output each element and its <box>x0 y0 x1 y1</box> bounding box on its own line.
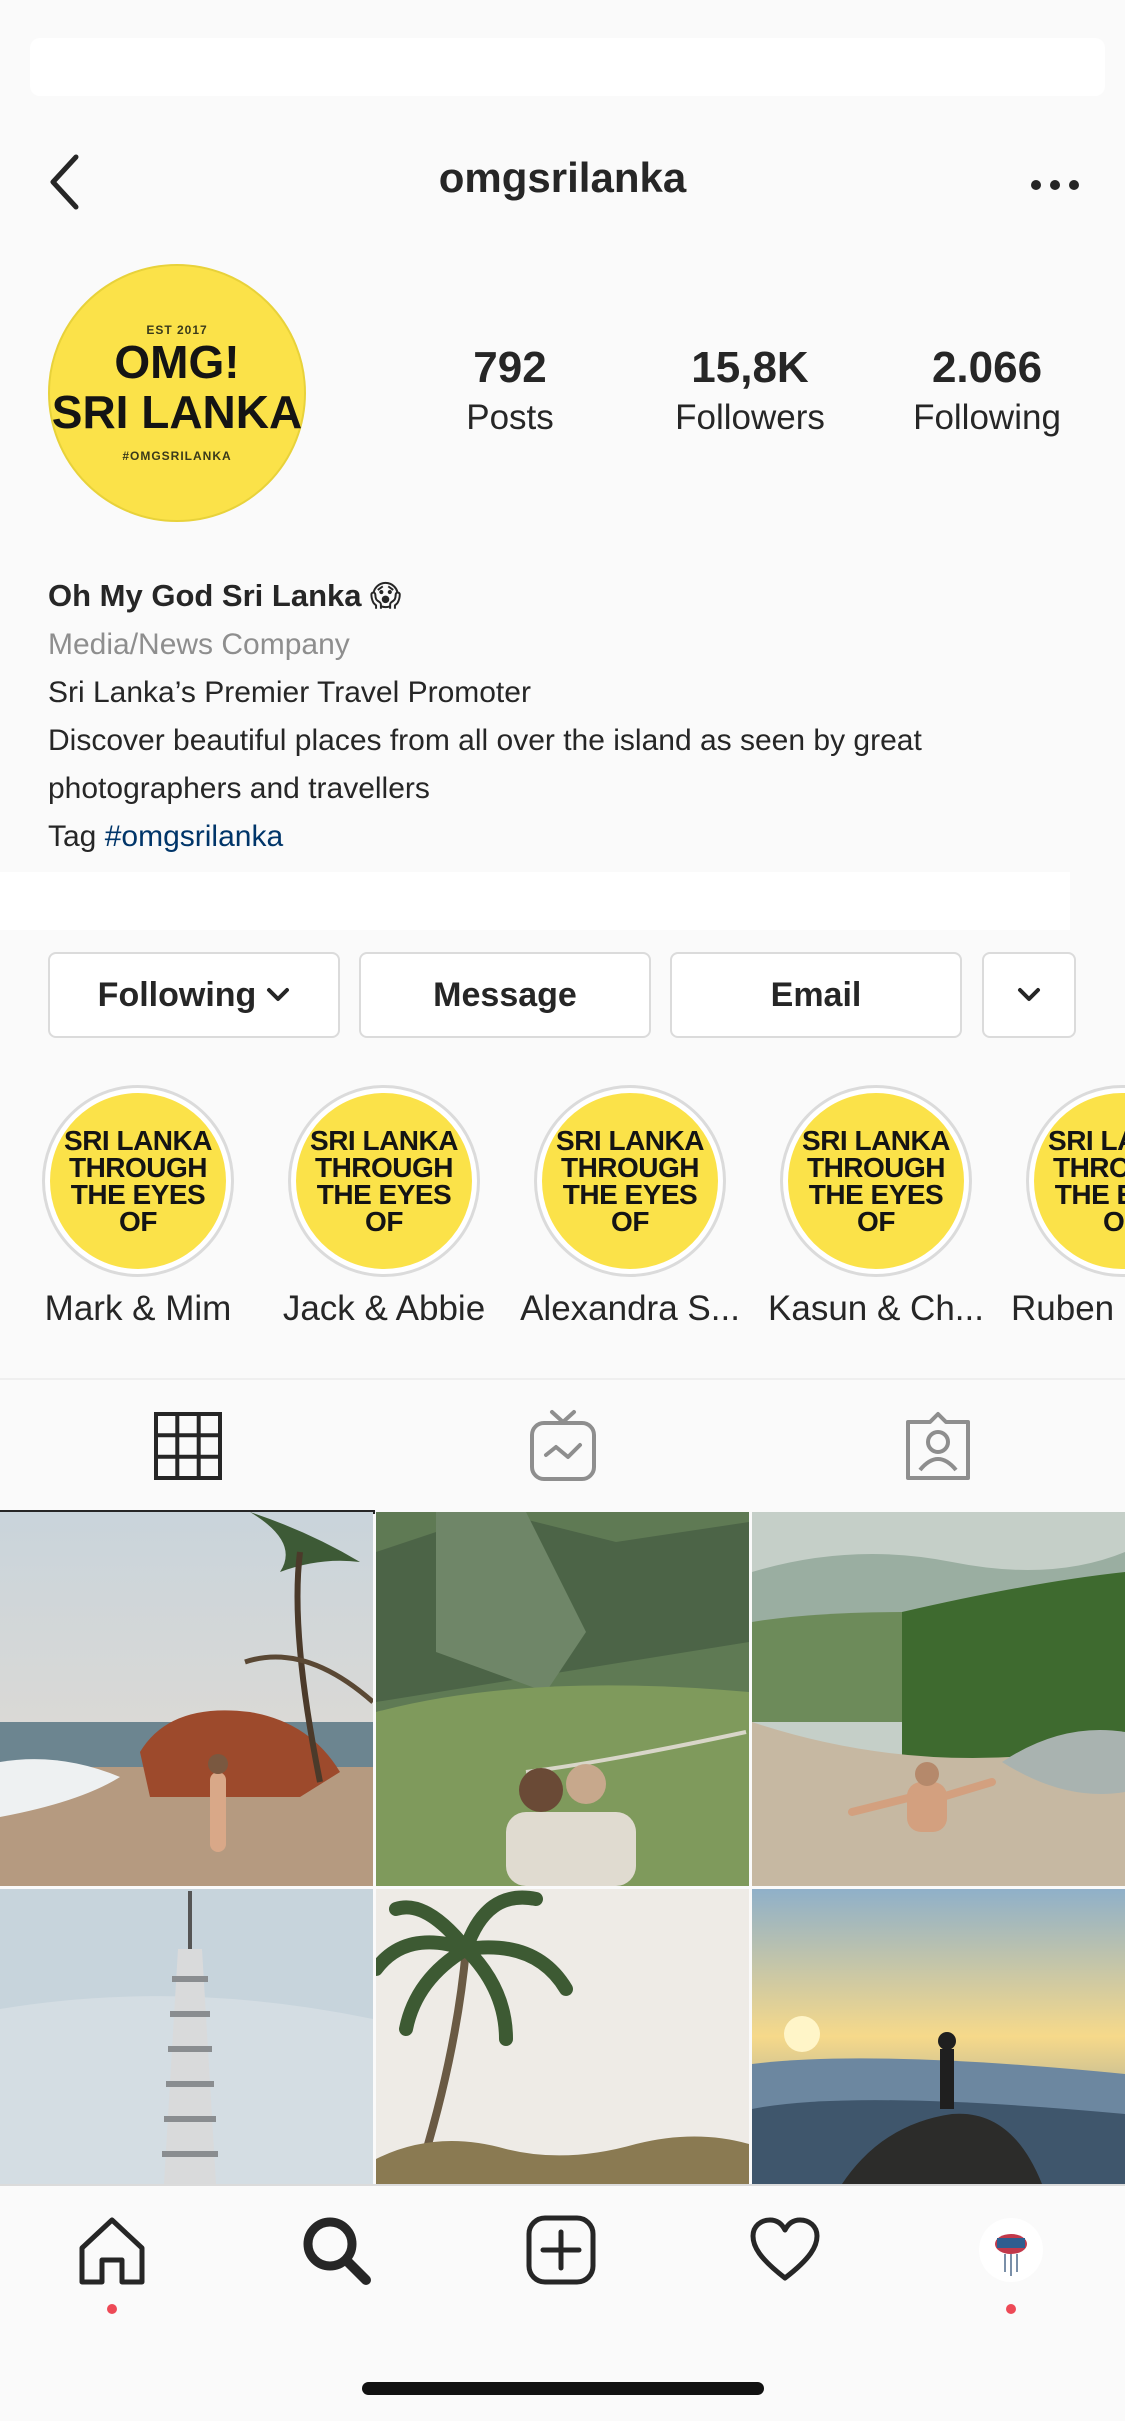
post-thumbnail[interactable] <box>0 1512 373 1886</box>
bio-line-3: photographers and travellers <box>48 772 430 805</box>
avatar-tag-text: #OMGSRILANKA <box>122 449 232 463</box>
highlight-item[interactable]: SRI LANKA THROUGH THE EYES OF Alexandra … <box>507 1085 753 1329</box>
search-icon <box>303 2217 371 2285</box>
top-navigation-bar: omgsrilanka <box>0 130 1125 240</box>
tab-igtv[interactable] <box>375 1380 750 1512</box>
nav-activity[interactable] <box>725 2214 845 2324</box>
profile-display-name: Oh My God Sri Lanka <box>48 578 362 613</box>
highlight-item[interactable]: SRI LANKA THROUGH THE EYES OF Ruben <box>999 1085 1125 1329</box>
chevron-down-icon <box>1018 988 1040 1001</box>
profile-category: Media/News Company <box>48 628 350 661</box>
avatar-line1: OMG! <box>114 336 240 388</box>
post-thumbnail[interactable] <box>376 1889 749 2184</box>
highlight-cover: SRI LANKA THROUGH THE EYES OF <box>542 1093 718 1269</box>
bio-redaction <box>0 872 1070 930</box>
highlight-label: Alexandra S... <box>520 1289 740 1328</box>
following-count: 2.066 <box>931 343 1043 392</box>
highlight-cover-ring: SRI LANKA THROUGH THE EYES OF <box>780 1085 972 1277</box>
status-bar <box>0 0 1125 100</box>
profile-avatar[interactable]: EST 2017 OMG! SRI LANKA #OMGSRILANKA <box>48 264 306 522</box>
story-highlights: SRI LANKA THROUGH THE EYES OF Mark & Mim… <box>0 1085 1125 1335</box>
email-button[interactable]: Email <box>670 952 962 1038</box>
profile-stats: 792 Posts 15,8K Followers 2.066 Followin… <box>400 340 1100 460</box>
avatar-est-text: EST 2017 <box>146 323 208 337</box>
post-thumbnail[interactable] <box>752 1889 1125 2184</box>
avatar-line2: SRI LANKA <box>51 386 303 438</box>
highlight-label: Mark & Mim <box>44 1289 232 1328</box>
bio-tag-row: Tag #omgsrilanka <box>48 813 1088 861</box>
status-bar-redaction <box>30 38 1105 96</box>
highlight-label: Jack & Abbie <box>282 1289 486 1328</box>
profile-actions: Following Message Email <box>48 952 1078 1038</box>
followers-stat[interactable]: 15,8K Followers <box>640 340 860 440</box>
message-button[interactable]: Message <box>359 952 651 1038</box>
nav-add-post[interactable] <box>501 2214 621 2324</box>
email-button-label: Email <box>770 975 862 1014</box>
screaming-face-emoji-icon: 😱 <box>369 580 402 613</box>
posts-label: Posts <box>466 398 554 437</box>
profile-avatar-icon <box>979 2218 1043 2282</box>
more-horizontal-icon <box>1031 180 1079 190</box>
more-options-button[interactable] <box>1015 160 1095 210</box>
highlight-cover-ring: SRI LANKA THROUGH THE EYES OF <box>1026 1085 1125 1277</box>
highlight-item[interactable]: SRI LANKA THROUGH THE EYES OF Kasun & Ch… <box>753 1085 999 1329</box>
followers-label: Followers <box>675 398 825 437</box>
mountain-couple-photo <box>376 1512 749 1886</box>
posts-grid <box>0 1512 1125 2184</box>
following-stat[interactable]: 2.066 Following <box>877 340 1097 440</box>
suggested-accounts-button[interactable] <box>982 952 1076 1038</box>
home-icon <box>79 2217 145 2285</box>
highlight-label: Ruben <box>1011 1289 1115 1328</box>
igtv-icon <box>529 1410 596 1481</box>
following-label: Following <box>913 398 1061 437</box>
nav-profile[interactable] <box>951 2214 1071 2324</box>
add-post-icon <box>526 2215 596 2285</box>
bio-tag-prefix: Tag <box>48 820 97 853</box>
highlight-cover: SRI LANKA THROUGH THE EYES OF <box>296 1093 472 1269</box>
message-button-label: Message <box>433 975 577 1014</box>
palm-tree-photo <box>376 1889 749 2184</box>
tagged-person-icon <box>905 1412 970 1480</box>
bio-line-1: Sri Lanka’s Premier Travel Promoter <box>48 676 531 709</box>
profile-content-tabs <box>0 1378 1125 1514</box>
sunset-hiker-photo <box>752 1889 1125 2184</box>
home-indicator <box>362 2382 764 2395</box>
bio-hashtag-link[interactable]: #omgsrilanka <box>105 820 283 853</box>
tab-grid-posts[interactable] <box>0 1380 375 1514</box>
highlight-item[interactable]: SRI LANKA THROUGH THE EYES OF Jack & Abb… <box>261 1085 507 1329</box>
highlight-cover-ring: SRI LANKA THROUGH THE EYES OF <box>534 1085 726 1277</box>
beach-rock-photo <box>0 1512 373 1886</box>
grid-icon <box>153 1412 222 1480</box>
cliff-view-photo <box>752 1512 1125 1886</box>
nav-home[interactable] <box>52 2214 172 2324</box>
chevron-down-icon <box>267 988 290 1001</box>
following-button[interactable]: Following <box>48 952 340 1038</box>
highlight-cover-ring: SRI LANKA THROUGH THE EYES OF <box>42 1085 234 1277</box>
highlight-cover: SRI LANKA THROUGH THE EYES OF <box>1034 1093 1125 1269</box>
bio-line-2: Discover beautiful places from all over … <box>48 724 922 757</box>
profile-bio: Oh My God Sri Lanka 😱 Media/News Company… <box>48 572 1088 861</box>
notification-dot <box>107 2304 117 2314</box>
post-thumbnail[interactable] <box>376 1512 749 1886</box>
post-thumbnail[interactable] <box>0 1889 373 2184</box>
nav-search[interactable] <box>276 2214 396 2324</box>
bio-name-row: Oh My God Sri Lanka 😱 <box>48 572 1088 621</box>
following-button-label: Following <box>97 975 257 1014</box>
highlight-cover-ring: SRI LANKA THROUGH THE EYES OF <box>288 1085 480 1277</box>
notification-dot <box>1006 2304 1016 2314</box>
heart-icon <box>750 2217 820 2281</box>
posts-count: 792 <box>473 343 547 392</box>
highlight-item[interactable]: SRI LANKA THROUGH THE EYES OF Mark & Mim <box>15 1085 261 1329</box>
profile-username: omgsrilanka <box>438 154 687 201</box>
posts-stat[interactable]: 792 Posts <box>400 340 620 440</box>
followers-count: 15,8K <box>691 343 809 392</box>
tab-tagged[interactable] <box>750 1380 1125 1512</box>
highlight-cover: SRI LANKA THROUGH THE EYES OF <box>788 1093 964 1269</box>
post-thumbnail[interactable] <box>752 1512 1125 1886</box>
highlight-label: Kasun & Ch... <box>768 1289 984 1328</box>
tower-photo <box>0 1889 373 2184</box>
highlight-cover: SRI LANKA THROUGH THE EYES OF <box>50 1093 226 1269</box>
